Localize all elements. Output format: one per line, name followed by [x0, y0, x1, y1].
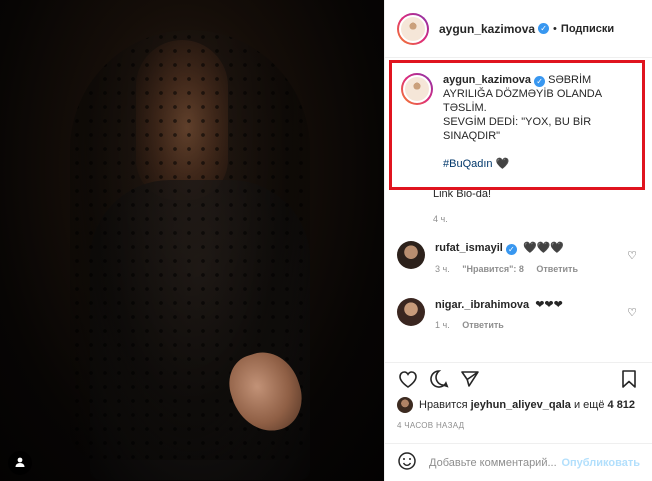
publish-button[interactable]: Опубликовать [561, 457, 640, 469]
caption-username[interactable]: aygun_kazimova [443, 74, 531, 86]
post-photo[interactable] [0, 0, 384, 481]
post-actions [385, 362, 652, 394]
reply-button[interactable]: Ответить [462, 320, 504, 330]
emoji-icon[interactable] [397, 451, 417, 474]
comment-item: nigar._ibrahimova ❤❤❤ 1 ч. Ответить ♡ [397, 298, 641, 330]
heart-icon[interactable] [397, 368, 419, 390]
caption-text: aygun_kazimova ✓ SƏBRİM AYRILIĞA DÖZMƏYİB… [443, 73, 602, 187]
comment-text: 🖤🖤🖤 [522, 242, 565, 254]
person-icon [14, 456, 26, 471]
caption-hashtag[interactable]: #BuQadın 🖤 [443, 157, 602, 171]
commenter-username[interactable]: rufat_ismayil [435, 242, 503, 254]
share-icon[interactable] [459, 368, 481, 390]
add-comment-bar: Добавьте комментарий... Опубликовать [385, 443, 652, 481]
comment-text: ❤❤❤ [535, 299, 563, 311]
heart-icon[interactable]: ♡ [627, 306, 637, 319]
verified-icon: ✓ [505, 244, 517, 255]
comment-age: 1 ч. [435, 320, 450, 330]
comment-age: 3 ч. [435, 264, 450, 274]
commenter-avatar[interactable] [397, 298, 425, 326]
likes-count[interactable]: 4 812 [608, 399, 636, 411]
caption-line: SEVGİM DEDİ: "YOX, BU BİR [443, 116, 592, 128]
bookmark-icon[interactable] [618, 368, 640, 390]
caption-avatar[interactable] [401, 73, 433, 105]
likes-prefix: Нравится [419, 399, 468, 411]
caption-line: SƏBRİM [548, 74, 592, 86]
post-header: aygun_kazimova ✓ • Подписки [385, 0, 652, 58]
caption-line: AYRILIĞA DÖZMƏYİB OLANDA [443, 88, 603, 100]
post-side-panel: aygun_kazimova ✓ • Подписки Link Bio-da!… [384, 0, 652, 481]
heart-icon[interactable]: ♡ [627, 249, 637, 262]
author-avatar[interactable] [397, 12, 429, 45]
likes-middle: и ещё [573, 399, 605, 411]
tagged-people-button[interactable] [8, 451, 32, 475]
caption-line: TƏSLİM. [443, 102, 487, 114]
header-separator: • [553, 22, 557, 35]
comment-icon[interactable] [428, 368, 450, 390]
liker-username[interactable]: jeyhun_aliyev_qala [471, 399, 571, 411]
post-timestamp[interactable]: 4 ЧАСОВ НАЗАД [397, 421, 464, 430]
liker-avatar[interactable] [397, 397, 413, 413]
caption-age: 4 ч. [433, 214, 448, 224]
verified-icon: ✓ [534, 76, 546, 87]
likes-summary: Нравится jeyhun_aliyev_qala и ещё 4 812 [397, 397, 635, 413]
caption-continuation: Link Bio-da! 4 ч. [433, 188, 491, 224]
commenter-username[interactable]: nigar._ibrahimova [435, 299, 529, 311]
verified-icon: ✓ [538, 23, 550, 34]
author-username[interactable]: aygun_kazimova [439, 22, 535, 36]
comment-input[interactable]: Добавьте комментарий... [429, 457, 557, 469]
commenter-avatar[interactable] [397, 241, 425, 269]
caption-highlight: aygun_kazimova ✓ SƏBRİM AYRILIĞA DÖZMƏYİB… [389, 60, 645, 190]
caption-line: SINAQDIR" [443, 130, 501, 142]
following-button[interactable]: Подписки [561, 23, 614, 35]
comment-likes[interactable]: "Нравится": 8 [462, 264, 524, 274]
reply-button[interactable]: Ответить [536, 264, 578, 274]
comment-item: rufat_ismayil ✓ 🖤🖤🖤 3 ч. "Нравится": 8 От… [397, 241, 641, 274]
instagram-post: aygun_kazimova ✓ • Подписки Link Bio-da!… [0, 0, 652, 481]
